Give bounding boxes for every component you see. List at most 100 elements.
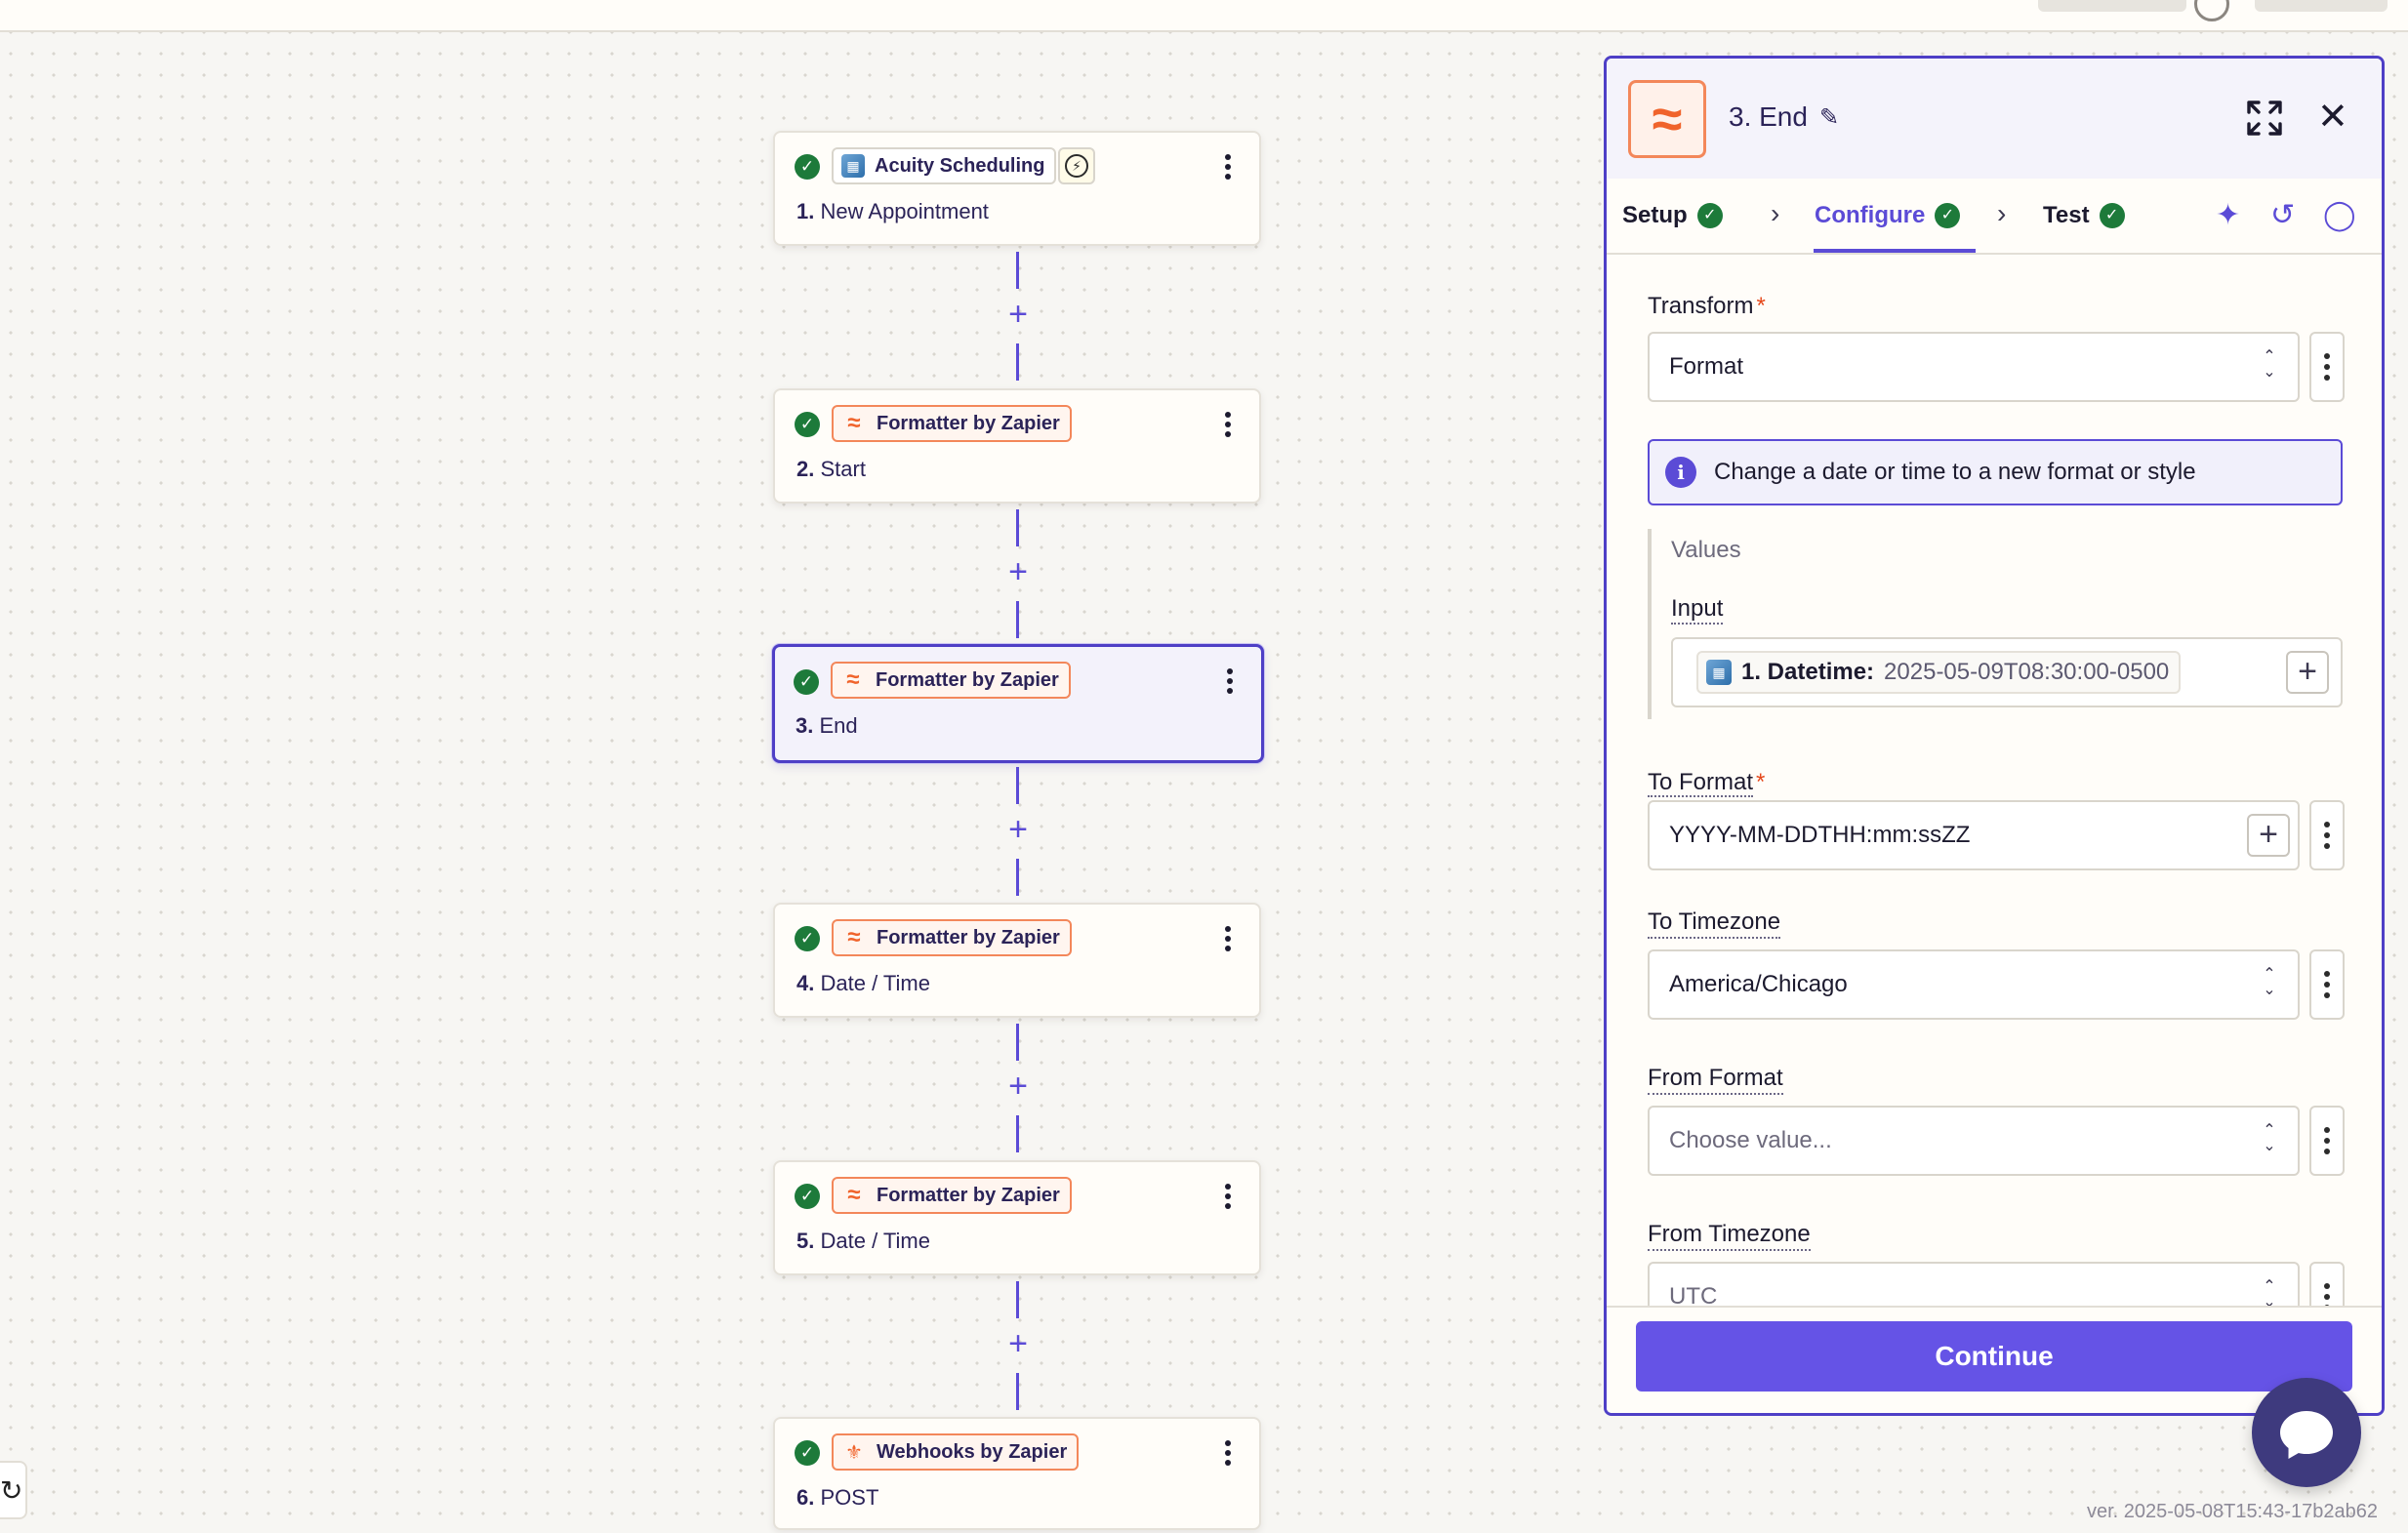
app-name: Webhooks by Zapier [877,1440,1068,1463]
step-title: 3. End [796,713,858,738]
step-title: 4. Date / Time [796,971,930,995]
top-bar-button[interactable] [2038,0,2186,12]
tab-configure[interactable]: Configure ✓ [1815,202,1961,229]
chat-button[interactable] [2252,1378,2361,1487]
add-step-button[interactable]: + [1003,1069,1033,1104]
mapped-field-token[interactable]: ▦ 1. Datetime: 2025-05-09T08:30:00-0500 [1696,651,2182,694]
formatter-icon: ≈ [1628,80,1706,158]
add-step-button[interactable]: + [1003,812,1033,847]
to-timezone-select[interactable]: America/Chicago ⌃ ⌄ [1648,949,2300,1020]
check-icon: ✓ [795,1440,820,1466]
step-menu-icon[interactable] [1218,924,1238,953]
field-options-button[interactable] [2309,1106,2345,1176]
check-icon: ✓ [1696,203,1723,228]
flow-step-5[interactable]: ✓ ≈ Formatter by Zapier 5. Date / Time [773,1160,1261,1275]
to-timezone-label: To Timezone [1648,908,1781,939]
field-options-button[interactable] [2309,332,2345,402]
input-field[interactable]: ▦ 1. Datetime: 2025-05-09T08:30:00-0500 … [1671,637,2343,707]
check-icon: ✓ [1935,203,1961,228]
insert-data-button[interactable]: + [2286,651,2329,694]
close-icon[interactable]: ✕ [2317,98,2348,137]
input-label: Input [1671,595,1724,625]
version-label: ver. 2025-05-08T15:43-17b2ab62 [2087,1501,2379,1522]
acuity-calendar-icon: ▦ [1706,660,1732,685]
formatter-icon: ≈ [847,410,861,436]
flow-connector: + [1008,509,1028,638]
app-badge: ▦ Acuity Scheduling [832,147,1057,184]
to-format-label: To Format * [1648,769,1766,797]
tab-setup[interactable]: Setup ✓ [1622,202,1723,229]
check-icon: ✓ [795,926,820,951]
step-menu-icon[interactable] [1218,1182,1238,1211]
app-badge: ⚜ Webhooks by Zapier [832,1433,1080,1471]
edit-title-icon[interactable]: ✎ [1819,103,1839,132]
app-badge: ≈ Formatter by Zapier [832,919,1072,956]
help-icon[interactable] [2194,0,2229,21]
step-title: 5. Date / Time [796,1229,930,1253]
check-icon: ✓ [795,154,820,180]
step-title: 2. Start [796,457,866,481]
canvas-control[interactable]: ↻ [0,1461,27,1519]
info-callout: i Change a date or time to a new format … [1648,439,2343,505]
app-name: Acuity Scheduling [875,154,1045,177]
app-badge: ≈ Formatter by Zapier [832,1177,1072,1214]
select-arrows-icon: ⌃ ⌄ [2263,1122,2276,1154]
top-bar [0,0,2408,32]
panel-title[interactable]: 3. End [1729,101,1808,133]
add-step-button[interactable]: + [1003,1326,1033,1361]
history-icon[interactable]: ↺ [2270,198,2295,232]
check-icon: ✓ [794,669,819,695]
flow-step-1[interactable]: ✓ ▦ Acuity Scheduling ⚡ 1. New Appointme… [773,131,1261,246]
flow-step-3[interactable]: ✓ ≈ Formatter by Zapier 3. End [772,644,1264,763]
app-badge: ≈ Formatter by Zapier [831,662,1071,699]
flow-step-2[interactable]: ✓ ≈ Formatter by Zapier 2. Start [773,388,1261,504]
instant-trigger-badge: ⚡ [1058,147,1095,184]
tab-test[interactable]: Test ✓ [2043,202,2125,229]
values-title: Values [1671,537,1741,563]
refresh-icon: ↻ [0,1474,23,1506]
app-name: Formatter by Zapier [876,668,1059,691]
add-step-button[interactable]: + [1003,554,1033,589]
chat-icon [2280,1411,2333,1454]
field-options-button[interactable] [2309,949,2345,1020]
info-icon: i [1665,457,1696,488]
webhook-icon: ⚜ [845,1441,863,1464]
check-icon: ✓ [795,412,820,437]
step-menu-icon[interactable] [1218,410,1238,439]
add-step-button[interactable]: + [1003,297,1033,332]
from-format-label: From Format [1648,1065,1783,1095]
chevron-right-icon: › [1997,198,2007,228]
flow-connector: + [1008,1281,1028,1410]
app-badge: ≈ Formatter by Zapier [832,405,1072,442]
info-text: Change a date or time to a new format or… [1714,459,2196,485]
values-group: Values Input ▦ 1. Datetime: 2025-05-09T0… [1648,529,2343,719]
step-title: 1. New Appointment [796,199,989,223]
ai-sparkle-icon[interactable]: ✦ [2216,198,2240,232]
comment-icon[interactable]: ◯ [2323,198,2356,232]
formatter-icon: ≈ [847,1182,861,1208]
formatter-icon: ≈ [847,924,861,950]
flow-connector: + [1008,767,1028,896]
transform-select[interactable]: Format ⌃ ⌄ [1648,332,2300,402]
chevron-right-icon: › [1771,198,1780,228]
acuity-calendar-icon: ▦ [841,154,865,178]
flow-step-4[interactable]: ✓ ≈ Formatter by Zapier 4. Date / Time [773,903,1261,1018]
field-options-button[interactable] [2309,800,2345,870]
step-title: 6. POST [796,1485,879,1510]
flow-step-6[interactable]: ✓ ⚜ Webhooks by Zapier 6. POST [773,1417,1261,1530]
panel-tabs: Setup ✓ › Configure ✓ › Test ✓ ✦ ↺ ◯ [1607,179,2382,255]
from-format-select[interactable]: Choose value... ⌃ ⌄ [1648,1106,2300,1176]
check-icon: ✓ [2099,203,2125,228]
to-format-input[interactable]: YYYY-MM-DDTHH:mm:ssZZ + [1648,800,2300,870]
active-tab-indicator [1814,249,1976,253]
step-menu-icon[interactable] [1220,666,1240,696]
step-editor-panel: ≈ 3. End ✎ ✕ Setup ✓ › Configure ✓ › Test ✓… [1604,56,2385,1416]
insert-data-button[interactable]: + [2247,814,2290,857]
flow-connector: + [1008,252,1028,381]
step-menu-icon[interactable] [1218,1438,1238,1468]
transform-label: Transform * [1648,293,1766,319]
expand-icon[interactable] [2246,100,2283,137]
continue-button[interactable]: Continue [1636,1321,2352,1392]
step-menu-icon[interactable] [1218,152,1238,182]
top-bar-button[interactable] [2255,0,2388,12]
